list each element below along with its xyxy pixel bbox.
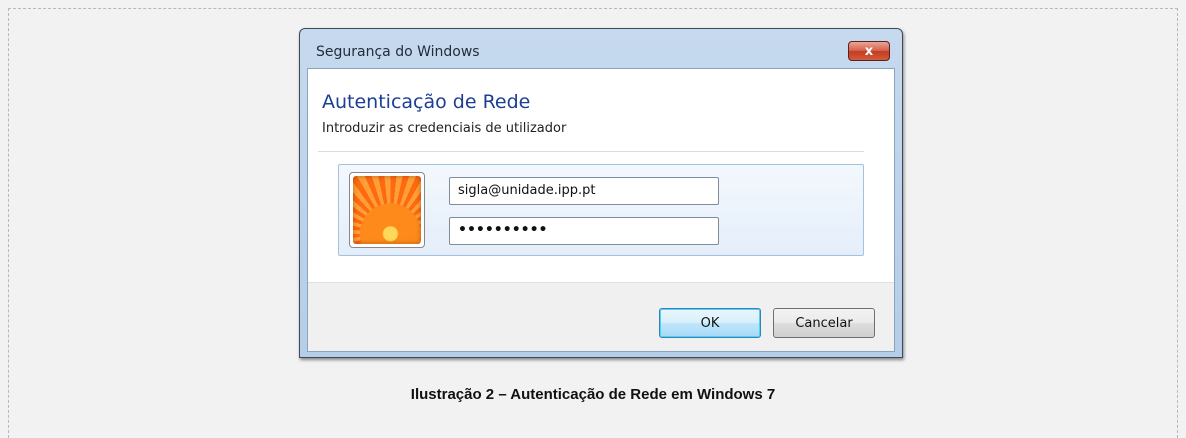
dialog-content: Autenticação de Rede Introduzir as crede… (307, 68, 895, 352)
flower-avatar-icon (353, 176, 421, 244)
separator (318, 151, 864, 152)
user-avatar (349, 172, 425, 248)
close-icon: x (864, 43, 874, 59)
dialog-subheading: Introduzir as credenciais de utilizador (322, 121, 567, 136)
window-title: Segurança do Windows (316, 44, 480, 60)
figure-caption: Ilustração 2 – Autenticação de Rede em W… (410, 386, 776, 403)
password-field[interactable]: •••••••••• (449, 217, 719, 245)
credential-tile[interactable]: sigla@unidade.ipp.pt •••••••••• (338, 164, 864, 256)
dialog-titlebar[interactable]: Segurança do Windows x (300, 29, 902, 61)
dialog-heading: Autenticação de Rede (322, 91, 531, 113)
username-field[interactable]: sigla@unidade.ipp.pt (449, 177, 719, 205)
ok-button[interactable]: OK (659, 308, 761, 338)
cancel-button[interactable]: Cancelar (773, 308, 875, 338)
dialog-footer: OK Cancelar (308, 282, 894, 351)
windows-security-dialog: Segurança do Windows x Autenticação de R… (299, 28, 903, 358)
close-button[interactable]: x (848, 41, 890, 61)
